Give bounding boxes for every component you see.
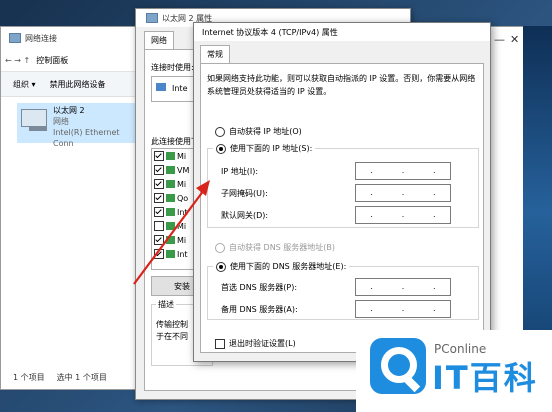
component-label: Mi <box>177 221 187 231</box>
status-bar: 1 个项目 选中 1 个项目 <box>13 372 107 383</box>
intro-text: 如果网络支持此功能，则可以获取自动指派的 IP 设置。否则，你需要从网络系统管理… <box>207 74 476 96</box>
component-icon <box>166 194 175 202</box>
component-checkbox[interactable] <box>154 179 164 189</box>
component-icon <box>166 180 175 188</box>
ip-address-label: IP 地址(I): <box>221 167 259 176</box>
radio-circle-selected <box>216 261 226 272</box>
gateway-label: 默认网关(D): <box>221 211 269 220</box>
status-count: 1 个项目 <box>13 373 45 382</box>
network-folder-icon <box>9 33 21 43</box>
netconn-title: 网络连接 <box>25 33 57 43</box>
component-label: Qo <box>177 193 189 203</box>
subnet-mask-input[interactable]: ... <box>355 184 451 202</box>
ip-address-input[interactable]: ... <box>355 162 451 180</box>
validate-on-exit-label: 退出时验证设置(L) <box>229 339 296 348</box>
component-icon <box>166 236 175 244</box>
description-line1: 传输控制 <box>156 320 188 329</box>
auto-ip-label: 自动获得 IP 地址(O) <box>229 127 302 136</box>
tab-network[interactable]: 网络 <box>144 31 174 49</box>
ipv4-properties-dialog: Internet 协议版本 4 (TCP/IPv4) 属性 常规 如果网络支持此… <box>193 22 491 362</box>
ipv4-titlebar: Internet 协议版本 4 (TCP/IPv4) 属性 <box>194 23 490 41</box>
component-icon <box>166 166 175 174</box>
component-checkbox[interactable] <box>154 207 164 217</box>
component-icon <box>166 250 175 258</box>
network-adapter-icon <box>21 109 47 131</box>
background-window-edge: — ✕ <box>489 26 525 333</box>
description-legend: 描述 <box>156 299 176 310</box>
validate-on-exit-checkbox[interactable]: 退出时验证设置(L) <box>215 338 296 349</box>
manual-ip-radio[interactable]: 使用下面的 IP 地址(S): <box>213 143 316 154</box>
disable-device-button[interactable]: 禁用此网络设备 <box>50 79 106 90</box>
preferred-dns-input[interactable]: ... <box>355 278 451 296</box>
watermark-sub: PConline <box>434 342 487 356</box>
component-checkbox[interactable] <box>154 193 164 203</box>
auto-ip-radio[interactable]: 自动获得 IP 地址(O) <box>215 126 302 137</box>
auto-dns-radio[interactable]: 自动获得 DNS 服务器地址(B) <box>215 242 335 253</box>
components-label: 此连接使用下 <box>151 137 199 146</box>
item-name: 以太网 2 <box>53 106 85 115</box>
nav-arrows[interactable]: ← → ↑ <box>5 56 30 65</box>
alternate-dns-label: 备用 DNS 服务器(A): <box>221 305 298 314</box>
watermark-main: IT百科 <box>432 359 538 397</box>
checkbox-box <box>215 338 225 349</box>
status-selected: 选中 1 个项目 <box>56 373 107 382</box>
organize-button[interactable]: 组织 ▾ <box>13 79 36 90</box>
magnifier-logo-icon <box>370 338 426 394</box>
ipv4-title: Internet 协议版本 4 (TCP/IPv4) 属性 <box>202 27 338 37</box>
pconline-watermark: PConline IT百科 <box>356 330 552 412</box>
component-label: Int <box>177 249 188 259</box>
component-icon <box>166 152 175 160</box>
address-bar: ← → ↑ 控制面板 <box>1 49 144 72</box>
component-label: Mi <box>177 179 187 189</box>
gateway-input[interactable]: ... <box>355 206 451 224</box>
component-checkbox[interactable] <box>154 235 164 245</box>
component-checkbox[interactable] <box>154 165 164 175</box>
netconn-titlebar: 网络连接 <box>1 27 144 49</box>
component-checkbox[interactable] <box>154 221 164 231</box>
ethernet2-item[interactable]: 以太网 2 网络 Intel(R) Ethernet Conn <box>17 103 142 148</box>
component-checkbox[interactable] <box>154 249 164 259</box>
alternate-dns-input[interactable]: ... <box>355 300 451 318</box>
network-icon <box>146 13 158 23</box>
auto-dns-label: 自动获得 DNS 服务器地址(B) <box>229 243 336 252</box>
subnet-mask-label: 子网掩码(U): <box>221 189 268 198</box>
component-label: VM <box>177 165 190 175</box>
network-connections-window: 网络连接 ← → ↑ 控制面板 组织 ▾ 禁用此网络设备 以太网 2 网络 In… <box>0 26 145 390</box>
manual-dns-label: 使用下面的 DNS 服务器地址(E): <box>230 262 347 271</box>
manual-ip-label: 使用下面的 IP 地址(S): <box>230 144 313 153</box>
adapter-icon <box>156 83 166 91</box>
radio-circle-selected <box>216 143 226 154</box>
close-icon[interactable]: ✕ <box>510 33 519 46</box>
item-adapter: Intel(R) Ethernet Conn <box>53 128 120 148</box>
minimize-icon[interactable]: — <box>494 33 505 46</box>
adapter-name: Inte <box>172 84 188 93</box>
radio-circle-disabled <box>215 242 225 253</box>
preferred-dns-label: 首选 DNS 服务器(P): <box>221 283 298 292</box>
tab-general[interactable]: 常规 <box>200 45 230 63</box>
component-label: Mi <box>177 151 187 161</box>
description-line2: 于在不同 <box>156 332 188 341</box>
manual-dns-radio[interactable]: 使用下面的 DNS 服务器地址(E): <box>213 261 350 272</box>
component-icon <box>166 222 175 230</box>
radio-circle <box>215 126 225 137</box>
ipv4-panel: 如果网络支持此功能，则可以获取自动指派的 IP 设置。否则，你需要从网络系统管理… <box>200 63 484 353</box>
item-status: 网络 <box>53 117 69 126</box>
breadcrumb[interactable]: 控制面板 <box>36 55 68 66</box>
component-label: Int <box>177 207 188 217</box>
component-label: Mi <box>177 235 187 245</box>
connect-using-label: 连接时使用: <box>151 63 194 72</box>
command-bar: 组织 ▾ 禁用此网络设备 <box>1 72 144 97</box>
component-checkbox[interactable] <box>154 151 164 161</box>
component-icon <box>166 208 175 216</box>
